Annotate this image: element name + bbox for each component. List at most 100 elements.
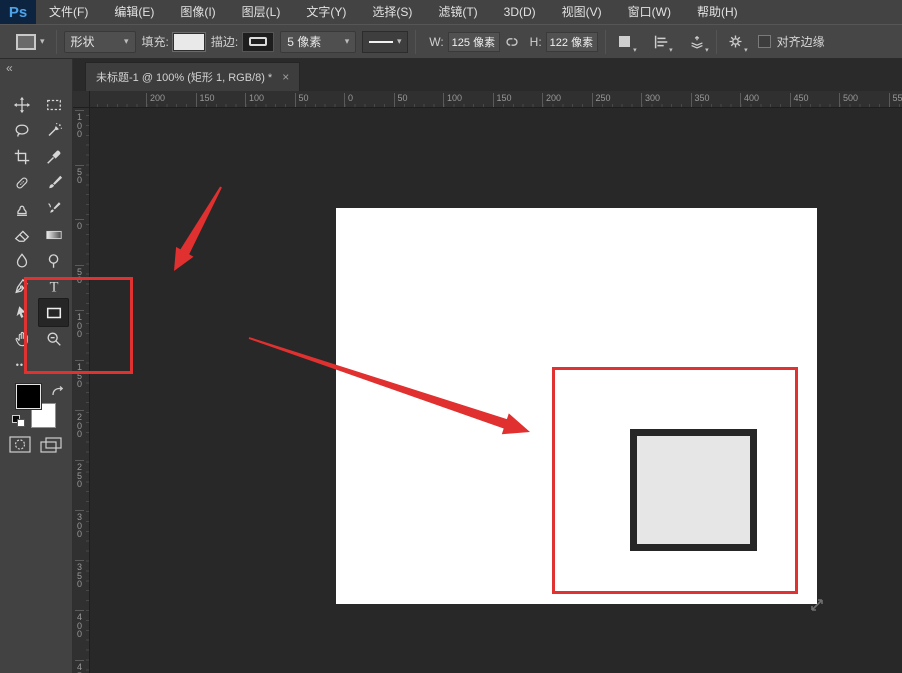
path-arrangement-icon[interactable]: ▾ (685, 30, 709, 54)
eyedropper-tool[interactable] (40, 144, 68, 170)
brush-tool[interactable] (40, 170, 68, 196)
tool-mode-value: 形状 (71, 33, 95, 50)
tool-preset-picker[interactable]: ▾ (12, 32, 49, 52)
ruler-tick-label: 550 (889, 93, 902, 108)
stroke-label: 描边: (211, 33, 238, 50)
history-brush-tool[interactable] (40, 196, 68, 222)
path-alignment-icon[interactable]: ▾ (649, 30, 673, 54)
menubar-item[interactable]: 视图(V) (549, 0, 615, 24)
eraser-tool[interactable] (8, 222, 36, 248)
fill-color-swatch[interactable] (173, 33, 205, 51)
clone-stamp-icon (13, 200, 31, 218)
lasso-icon (13, 122, 31, 140)
stroke-style-select[interactable]: ▾ (362, 31, 408, 53)
dodge-tool[interactable] (40, 248, 68, 274)
default-colors-icon[interactable] (12, 415, 26, 427)
ruler-tick-label: 250 (75, 460, 84, 489)
ruler-tick-label: 50 (75, 165, 84, 185)
marquee-icon (45, 96, 63, 114)
quick-mask-mode-button[interactable] (9, 436, 31, 458)
gradient-icon (45, 226, 63, 244)
tool-options-bar: ▾ 形状 ▾ 填充: 描边: 5 像素 ▾ ▾ W: 125 像素 H: 122… (0, 24, 902, 59)
menubar-item[interactable]: 窗口(W) (615, 0, 684, 24)
tab-close-icon[interactable]: × (282, 70, 289, 84)
spot-healing-brush-tool[interactable] (8, 170, 36, 196)
stroke-color-swatch[interactable] (242, 32, 274, 52)
ruler-tick-label: 150 (493, 93, 512, 108)
healing-bandage-icon (13, 174, 31, 192)
menubar-item[interactable]: 文件(F) (36, 0, 101, 24)
separator (716, 30, 717, 54)
shape-height-input[interactable]: 122 像素 (546, 32, 598, 52)
ruler-tick-label: 300 (75, 510, 84, 539)
width-label: W: (429, 35, 443, 49)
ruler-tick-label: 0 (344, 93, 353, 108)
menubar-item[interactable]: 编辑(E) (101, 0, 167, 24)
menubar-item[interactable]: 图层(L) (229, 0, 294, 24)
menubar-item[interactable]: 文字(Y) (293, 0, 359, 24)
screen-mode-button[interactable] (40, 437, 62, 458)
brush-icon (45, 174, 63, 192)
ruler-tick-label: 100 (443, 93, 462, 108)
swap-colors-icon[interactable] (50, 383, 66, 404)
shape-width-input[interactable]: 125 像素 (448, 32, 500, 52)
align-edges-checkbox[interactable] (758, 35, 771, 48)
lasso-tool[interactable] (8, 118, 36, 144)
crop-tool[interactable] (8, 144, 36, 170)
horizontal-ruler[interactable]: 2001501005005010015020025030035040045050… (90, 91, 902, 108)
path-operations-icon[interactable]: ▾ (613, 30, 637, 54)
ruler-tick-label: 200 (146, 93, 165, 108)
dodge-icon (45, 252, 63, 270)
toolbar-highlight-box (24, 277, 133, 374)
menubar-item[interactable]: 滤镜(T) (425, 0, 490, 24)
document-tab-title: 未标题-1 @ 100% (矩形 1, RGB/8) * (96, 69, 272, 85)
ruler-tick-label: 350 (691, 93, 710, 108)
link-width-height-icon[interactable] (500, 30, 524, 54)
ruler-tick-label: 400 (75, 610, 84, 639)
ruler-tick-label: 200 (75, 410, 84, 439)
crop-icon (13, 148, 31, 166)
foreground-color-swatch[interactable] (16, 384, 41, 409)
fill-label: 填充: (142, 33, 169, 50)
quick-selection-tool[interactable] (40, 118, 68, 144)
quick-selection-icon (45, 122, 63, 140)
chevron-down-icon: ▾ (397, 36, 402, 47)
menubar-item[interactable]: 选择(S) (359, 0, 425, 24)
eyedropper-icon (45, 148, 63, 166)
ruler-tick-label: 100 (245, 93, 264, 108)
canvas-shape-highlight-box (552, 367, 798, 594)
ruler-tick-label: 500 (839, 93, 858, 108)
separator (415, 30, 416, 54)
separator (56, 30, 57, 54)
geometry-options-gear-icon[interactable]: ▾ (724, 30, 748, 54)
menubar-item[interactable]: 3D(D) (491, 0, 549, 24)
ruler-tick-label: 450 (790, 93, 809, 108)
menubar-item[interactable]: 图像(I) (167, 0, 228, 24)
ruler-tick-label: 450 (75, 660, 84, 673)
eraser-icon (13, 226, 31, 244)
menubar-item[interactable]: 帮助(H) (684, 0, 751, 24)
ruler-origin-corner[interactable] (73, 91, 90, 108)
document-viewport[interactable] (90, 108, 902, 673)
document-tab[interactable]: 未标题-1 @ 100% (矩形 1, RGB/8) * × (85, 62, 300, 91)
chevron-down-icon: ▾ (345, 36, 350, 47)
ruler-tick-label: 0 (75, 219, 84, 231)
rectangular-marquee-tool[interactable] (40, 92, 68, 118)
chevron-down-icon: ▾ (705, 46, 709, 54)
gradient-tool[interactable] (40, 222, 68, 248)
clone-stamp-tool[interactable] (8, 196, 36, 222)
tool-mode-select[interactable]: 形状 ▾ (64, 31, 136, 53)
menu-items: 文件(F)编辑(E)图像(I)图层(L)文字(Y)选择(S)滤镜(T)3D(D)… (36, 0, 751, 24)
chevron-down-icon: ▾ (40, 36, 45, 47)
stroke-width-value: 5 像素 (287, 33, 321, 50)
move-tool[interactable] (8, 92, 36, 118)
stroke-width-select[interactable]: 5 像素 ▾ (280, 31, 356, 53)
collapse-panel-icon[interactable]: « (6, 61, 12, 75)
solid-line-icon (369, 41, 393, 43)
blur-tool[interactable] (8, 248, 36, 274)
photoshop-logo: Ps (0, 0, 36, 24)
move-icon (13, 96, 31, 114)
history-brush-icon (45, 200, 63, 218)
vertical-ruler[interactable]: 10050050100150200250300350400450 (73, 108, 90, 673)
ruler-tick-label: 350 (75, 560, 84, 589)
